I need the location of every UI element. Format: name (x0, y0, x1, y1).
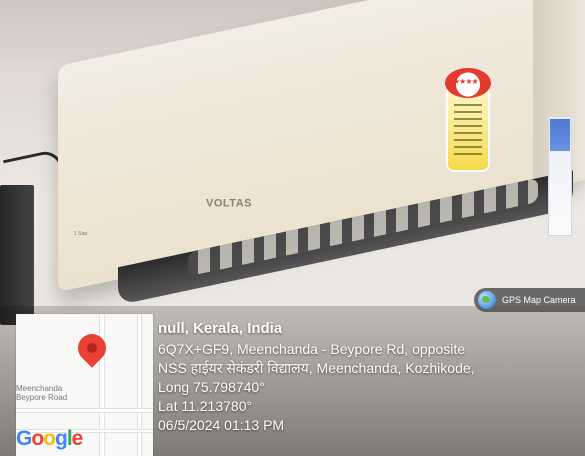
ac-brand: VOLTAS (206, 197, 252, 210)
latitude-line: Lat 11.213780° (158, 398, 253, 414)
side-label-blue-band (550, 119, 570, 151)
energy-star-sticker: ★★★★ (445, 68, 491, 170)
ac-small-text: 1 Star (74, 231, 88, 238)
map-road (100, 314, 104, 456)
timestamp-line: 06/5/2024 01:13 PM (158, 417, 285, 433)
google-logo: Google (16, 427, 83, 450)
longitude-line: Long 75.798740° (158, 379, 265, 395)
location-title: null, Kerala, India (158, 320, 283, 337)
map-pin-icon (72, 328, 112, 368)
map-road (16, 409, 153, 412)
map-road (138, 314, 141, 456)
map-label: Meenchanda Beypore Road (16, 384, 67, 402)
gps-map-camera-label: GPS Map Camera (502, 295, 576, 305)
gps-map-camera-badge[interactable]: GPS Map Camera (474, 288, 585, 312)
photo-scene: 1 Star VOLTAS ★★★★ Meenchanda Beypore Ro… (0, 0, 585, 456)
globe-icon (478, 291, 496, 309)
address-line-1: 6Q7X+GF9, Meenchanda - Beypore Rd, oppos… (158, 341, 466, 357)
sticker-lines (454, 104, 482, 160)
sticker-stars: ★★★★ (453, 77, 479, 86)
address-line-2: NSS हाईयर सेकंडरी विद्यालय, Meenchanda, … (158, 360, 475, 376)
map-thumbnail[interactable]: Meenchanda Beypore Road Google (16, 314, 153, 456)
location-info: null, Kerala, India 6Q7X+GF9, Meenchanda… (158, 320, 582, 435)
map-label-line-1: Meenchanda (16, 384, 63, 393)
map-label-line-2: Beypore Road (16, 393, 68, 402)
side-label (548, 116, 572, 236)
left-speaker (0, 185, 34, 325)
